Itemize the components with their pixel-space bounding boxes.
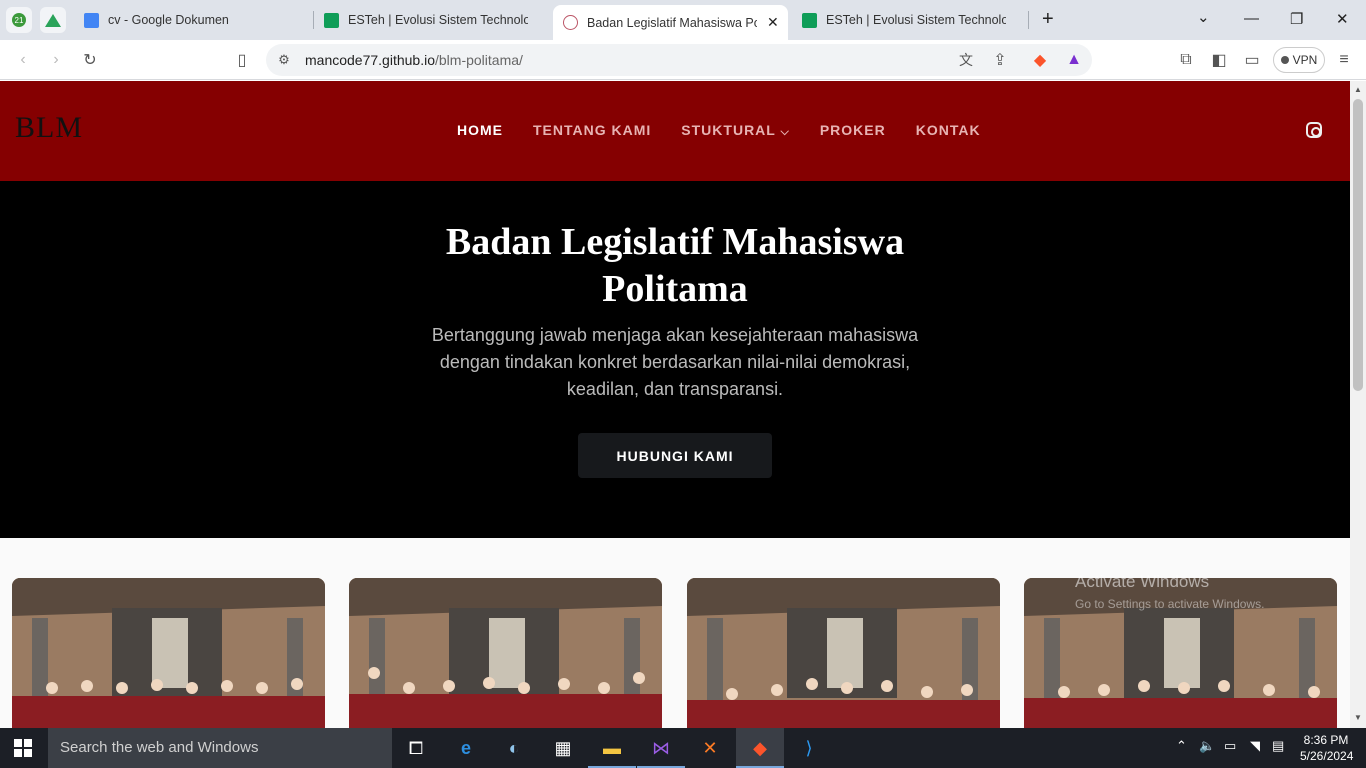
nav-stuktural-label: STUKTURAL bbox=[681, 122, 776, 138]
wifi-icon[interactable]: ◥ bbox=[1250, 738, 1260, 754]
sheets-icon bbox=[324, 12, 339, 28]
restore-icon[interactable]: ❐ bbox=[1290, 10, 1303, 28]
brave-shield-icon[interactable]: ◆ bbox=[1030, 50, 1050, 70]
nav-stuktural[interactable]: STUKTURAL ⌵ bbox=[681, 122, 790, 139]
tab-title: cv - Google Dokumen bbox=[108, 13, 229, 27]
share-icon[interactable]: ⇪ bbox=[990, 50, 1010, 70]
tab-esteh-1[interactable]: ESTeh | Evolusi Sistem Technologi bbox=[324, 5, 544, 35]
edge-icon[interactable]: e bbox=[454, 736, 478, 760]
windows-start-icon[interactable] bbox=[14, 739, 32, 757]
tab-title: Badan Legislatif Mahasiswa Polit bbox=[587, 15, 757, 30]
tab-google-docs[interactable]: cv - Google Dokumen bbox=[84, 5, 304, 35]
action-center-icon[interactable]: ▤ bbox=[1272, 738, 1284, 754]
vpn-button[interactable]: VPN bbox=[1273, 47, 1325, 73]
close-tab-icon[interactable]: ✕ bbox=[767, 14, 779, 31]
forward-icon[interactable]: › bbox=[46, 50, 66, 70]
taskbar-clock[interactable]: 8:36 PM 5/26/2024 bbox=[1300, 732, 1354, 764]
hero-section: Badan Legislatif Mahasiswa Politama Bert… bbox=[0, 181, 1350, 538]
gallery-photo[interactable] bbox=[349, 578, 662, 728]
visual-studio-icon[interactable]: ⋈ bbox=[637, 736, 685, 768]
taskbar-search[interactable]: Search the web and Windows bbox=[48, 728, 392, 768]
close-window-icon[interactable]: ✕ bbox=[1336, 10, 1349, 28]
tab-separator bbox=[313, 11, 314, 29]
url-host: mancode77.github.io bbox=[305, 52, 435, 68]
contact-button[interactable]: HUBUNGI KAMI bbox=[578, 433, 772, 478]
vpn-label: VPN bbox=[1292, 53, 1318, 67]
pinned-tab-drive[interactable] bbox=[40, 7, 66, 33]
site-logo[interactable]: BLM bbox=[15, 111, 83, 145]
pinned-tab-badge[interactable]: 21 bbox=[6, 7, 32, 33]
vscode-icon[interactable]: ⟩ bbox=[797, 736, 821, 760]
page-scrollbar[interactable]: ▲ ▼ bbox=[1350, 81, 1366, 728]
nav-proker[interactable]: PROKER bbox=[820, 122, 886, 139]
reload-icon[interactable]: ↻ bbox=[80, 50, 100, 70]
tab-title: ESTeh | Evolusi Sistem Technologi bbox=[826, 13, 1006, 27]
chevron-down-icon: ⌵ bbox=[780, 126, 790, 138]
url-path: /blm-politama/ bbox=[435, 52, 523, 68]
paint-icon[interactable]: ◐ bbox=[502, 736, 526, 760]
hero-title: Badan Legislatif Mahasiswa Politama bbox=[445, 221, 905, 310]
vpn-status-icon bbox=[1280, 56, 1289, 64]
clock-time: 8:36 PM bbox=[1303, 733, 1349, 747]
brave-browser-icon[interactable]: ◆ bbox=[736, 736, 784, 768]
translate-icon[interactable]: 文 bbox=[956, 50, 976, 70]
new-tab-icon[interactable]: + bbox=[1042, 8, 1054, 31]
minimize-icon[interactable]: — bbox=[1244, 10, 1259, 27]
task-view-icon[interactable]: ⧠ bbox=[404, 736, 428, 760]
file-explorer-icon[interactable]: ▬ bbox=[588, 736, 636, 768]
blm-logo-icon bbox=[563, 15, 578, 30]
activate-windows-sub: Go to Settings to activate Windows. bbox=[1075, 597, 1265, 611]
clock-date: 5/26/2024 bbox=[1300, 749, 1354, 763]
menu-icon[interactable]: ≡ bbox=[1334, 50, 1354, 70]
windows-taskbar: Search the web and Windows ⧠ e ◐ ▦ ▬ ⋈ ✕… bbox=[0, 728, 1366, 768]
nav-home[interactable]: HOME bbox=[457, 122, 503, 139]
bookmark-icon[interactable]: ▯ bbox=[232, 50, 252, 70]
hero-subtitle: Bertanggung jawab menjaga akan kesejahte… bbox=[431, 325, 919, 399]
sheets-icon bbox=[802, 12, 817, 28]
brave-rewards-icon[interactable]: ▲ bbox=[1064, 50, 1084, 70]
instagram-icon[interactable] bbox=[1306, 122, 1322, 138]
wallet-icon[interactable]: ▭ bbox=[1242, 50, 1262, 70]
sidebar-icon[interactable]: ◧ bbox=[1209, 50, 1229, 70]
google-docs-icon bbox=[84, 12, 99, 28]
tray-chevron-icon[interactable]: ⌃ bbox=[1176, 738, 1187, 754]
activate-windows-title: Activate Windows bbox=[1075, 572, 1210, 591]
battery-icon[interactable]: ▭ bbox=[1224, 738, 1236, 754]
site-navbar: BLM HOME TENTANG KAMI STUKTURAL ⌵ PROKER… bbox=[0, 81, 1350, 181]
tab-blm-active[interactable]: Badan Legislatif Mahasiswa Polit ✕ bbox=[553, 5, 788, 40]
back-icon[interactable]: ‹ bbox=[13, 50, 33, 70]
tab-esteh-2[interactable]: ESTeh | Evolusi Sistem Technologi bbox=[802, 5, 1017, 35]
browser-toolbar: ‹ › ↻ ▯ ⚙ mancode77.github.io/blm-polita… bbox=[0, 40, 1366, 80]
photo-gallery bbox=[0, 538, 1350, 728]
badge-count: 21 bbox=[12, 13, 26, 27]
google-drive-icon bbox=[45, 13, 61, 27]
gallery-photo[interactable] bbox=[12, 578, 325, 728]
nav-menu: HOME TENTANG KAMI STUKTURAL ⌵ PROKER KON… bbox=[457, 122, 1011, 139]
url-text: mancode77.github.io/blm-politama/ bbox=[305, 52, 523, 68]
tab-separator bbox=[1028, 11, 1029, 29]
tab-title: ESTeh | Evolusi Sistem Technologi bbox=[348, 13, 528, 27]
page-viewport: BLM HOME TENTANG KAMI STUKTURAL ⌵ PROKER… bbox=[0, 81, 1350, 728]
xampp-icon[interactable]: ✕ bbox=[698, 736, 722, 760]
scroll-thumb[interactable] bbox=[1353, 99, 1363, 391]
store-icon[interactable]: ▦ bbox=[551, 736, 575, 760]
scroll-down-icon[interactable]: ▼ bbox=[1354, 713, 1362, 722]
gallery-photo[interactable] bbox=[687, 578, 1000, 728]
site-settings-icon[interactable]: ⚙ bbox=[274, 50, 294, 70]
nav-kontak[interactable]: KONTAK bbox=[916, 122, 981, 139]
extensions-icon[interactable]: ⧉ bbox=[1176, 50, 1196, 70]
scroll-up-icon[interactable]: ▲ bbox=[1354, 85, 1362, 94]
tab-search-chevron-icon[interactable]: ⌄ bbox=[1197, 8, 1210, 26]
volume-icon[interactable]: 🔈 bbox=[1199, 738, 1215, 754]
address-bar[interactable]: ⚙ mancode77.github.io/blm-politama/ 文 ⇪ … bbox=[266, 44, 1092, 76]
nav-tentang-kami[interactable]: TENTANG KAMI bbox=[533, 122, 651, 139]
